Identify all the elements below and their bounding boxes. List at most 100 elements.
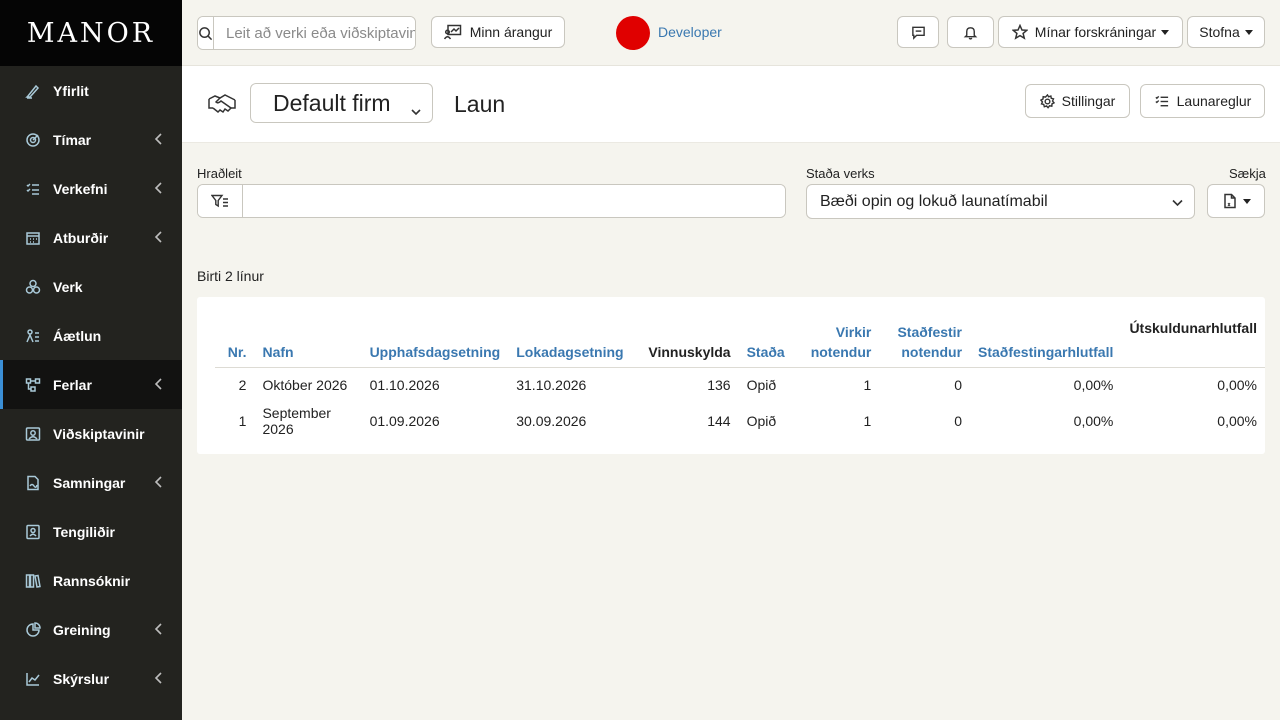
sidebar-item-label: Samningar [53, 474, 126, 491]
settings-label: Stillingar [1061, 93, 1116, 109]
create-button[interactable]: Stofna [1187, 16, 1265, 48]
cell-workload: 144 [707, 413, 731, 429]
settings-button[interactable]: Stillingar [1025, 84, 1130, 118]
col-name[interactable]: Nafn [254, 315, 362, 368]
calendar-icon [24, 229, 42, 247]
achievements-label: Minn árangur [469, 24, 553, 40]
firm-select[interactable]: Default firm [250, 83, 433, 123]
cell-end-date: 31.10.2026 [516, 377, 587, 394]
payrules-label: Launareglur [1176, 93, 1252, 109]
workflow-icon [24, 376, 42, 394]
cell-start-date: 01.09.2026 [369, 413, 440, 429]
notifications-button[interactable] [947, 16, 994, 48]
sidebar-item-label: Tímar [53, 131, 92, 148]
sidebar-item-label: Áætlun [53, 327, 102, 344]
pay-periods-table: Nr. Nafn Upphafsdagsetning Lokadagsetnin… [215, 315, 1265, 439]
search-input[interactable] [214, 17, 415, 49]
sidebar-item-verkefni[interactable]: Verkefni [0, 164, 182, 213]
cell-active-users: 1 [863, 413, 872, 429]
rows-info: Birti 2 línur [197, 268, 264, 284]
caret-down-icon [1242, 198, 1251, 204]
chevron-left-icon [152, 377, 166, 391]
cell-confirmation-ratio: 0,00% [1073, 413, 1114, 429]
sidebar-item-greining[interactable]: Greining [0, 605, 182, 654]
sidebar-item-label: Verk [53, 278, 83, 295]
download-button[interactable] [1207, 184, 1265, 218]
star-icon [1011, 24, 1028, 40]
cell-confirmed-users: 0 [954, 377, 963, 394]
logo[interactable]: MANOR [0, 0, 182, 66]
chevron-left-icon [152, 181, 166, 195]
sidebar-item-aaetlun[interactable]: Áætlun [0, 311, 182, 360]
col-status[interactable]: Staða [738, 315, 800, 368]
sidebar-item-vidskiptavinir[interactable]: Viðskiptavinir [0, 409, 182, 458]
checklist-icon [1155, 95, 1168, 106]
col-confirmation-ratio[interactable]: Staðfestingarhlutfall [970, 315, 1122, 368]
cell-billing-ratio: 0,00% [1217, 413, 1257, 429]
pie-chart-icon [24, 621, 42, 639]
cubes-icon [24, 278, 42, 296]
cell-name[interactable]: September 2026 [254, 403, 361, 439]
contract-icon [24, 474, 42, 492]
quicksearch-input[interactable] [243, 185, 785, 217]
col-start-date[interactable]: Upphafsdagsetning [361, 315, 509, 368]
table-row[interactable]: 2 Október 2026 01.10.2026 31.10.2026 136… [215, 367, 1265, 403]
sidebar-item-atburdir[interactable]: Atburðir [0, 213, 182, 262]
cell-nr: 2 [238, 377, 247, 394]
sidebar-item-verk[interactable]: Verk [0, 262, 182, 311]
gear-icon [1039, 93, 1055, 109]
chevron-left-icon [152, 230, 166, 244]
sidebar-item-tengilidir[interactable]: Tengiliðir [0, 507, 182, 556]
sidebar-item-timar[interactable]: Tímar [0, 115, 182, 164]
cell-name[interactable]: Október 2026 [254, 367, 361, 403]
col-end-date[interactable]: Lokadagsetning [508, 315, 636, 368]
payrules-button[interactable]: Launareglur [1140, 84, 1265, 118]
chevron-left-icon [152, 671, 166, 685]
checklist-icon [24, 180, 42, 198]
presentation-icon [443, 24, 461, 40]
sidebar-item-samningar[interactable]: Samningar [0, 458, 182, 507]
line-chart-icon [24, 670, 42, 688]
search-icon [199, 26, 213, 40]
user-name[interactable]: Developer [658, 24, 722, 40]
messages-button[interactable] [897, 16, 939, 48]
plan-icon [24, 327, 42, 345]
sidebar-item-yfirlit[interactable]: Yfirlit [0, 66, 182, 115]
cell-nr: 1 [238, 413, 247, 429]
chevron-left-icon [152, 475, 166, 489]
chevron-down-icon [410, 97, 422, 124]
download-label: Sækja [1229, 166, 1266, 181]
cell-start-date: 01.10.2026 [369, 377, 440, 394]
cell-status: Opið [746, 413, 777, 429]
sidebar-item-label: Greining [53, 621, 111, 638]
page-title: Laun [454, 91, 506, 117]
cell-confirmed-users: 0 [954, 413, 963, 429]
cell-workload: 136 [707, 377, 731, 394]
sidebar-item-skyrslur[interactable]: Skýrslur [0, 654, 182, 703]
status-label: Staða verks [806, 166, 875, 181]
avatar[interactable] [616, 16, 650, 50]
sidebar: MANOR Yfirlit Tímar Verkefni Atburðir Ve… [0, 0, 182, 720]
sidebar-item-label: Rannsóknir [53, 572, 131, 589]
table-card: Nr. Nafn Upphafsdagsetning Lokadagsetnin… [197, 297, 1265, 454]
chevron-down-icon [1171, 196, 1184, 214]
registrations-button[interactable]: Mínar forskráningar [998, 16, 1183, 48]
table-row[interactable]: 1 September 2026 01.09.2026 30.09.2026 1… [215, 403, 1265, 439]
status-select[interactable]: Bæði opin og lokuð launatímabil [806, 184, 1195, 219]
col-confirmed-users[interactable]: Staðfestir notendur [879, 315, 971, 368]
filter-button[interactable] [198, 185, 243, 217]
search-box [197, 16, 416, 50]
cell-confirmation-ratio: 0,00% [1073, 377, 1114, 394]
sidebar-item-rannsoknir[interactable]: Rannsóknir [0, 556, 182, 605]
col-nr[interactable]: Nr. [215, 315, 255, 368]
table-header-row: Nr. Nafn Upphafsdagsetning Lokadagsetnin… [215, 315, 1265, 368]
firm-select-value: Default firm [273, 89, 391, 116]
caret-down-icon [1244, 29, 1253, 35]
search-button[interactable] [198, 17, 214, 49]
sidebar-item-ferlar[interactable]: Ferlar [0, 360, 182, 409]
achievements-button[interactable]: Minn árangur [431, 16, 565, 48]
col-active-users[interactable]: Virkir notendur [799, 315, 880, 368]
sidebar-item-label: Atburðir [53, 229, 109, 246]
pen-icon [24, 82, 42, 100]
handshake-icon [206, 88, 238, 120]
